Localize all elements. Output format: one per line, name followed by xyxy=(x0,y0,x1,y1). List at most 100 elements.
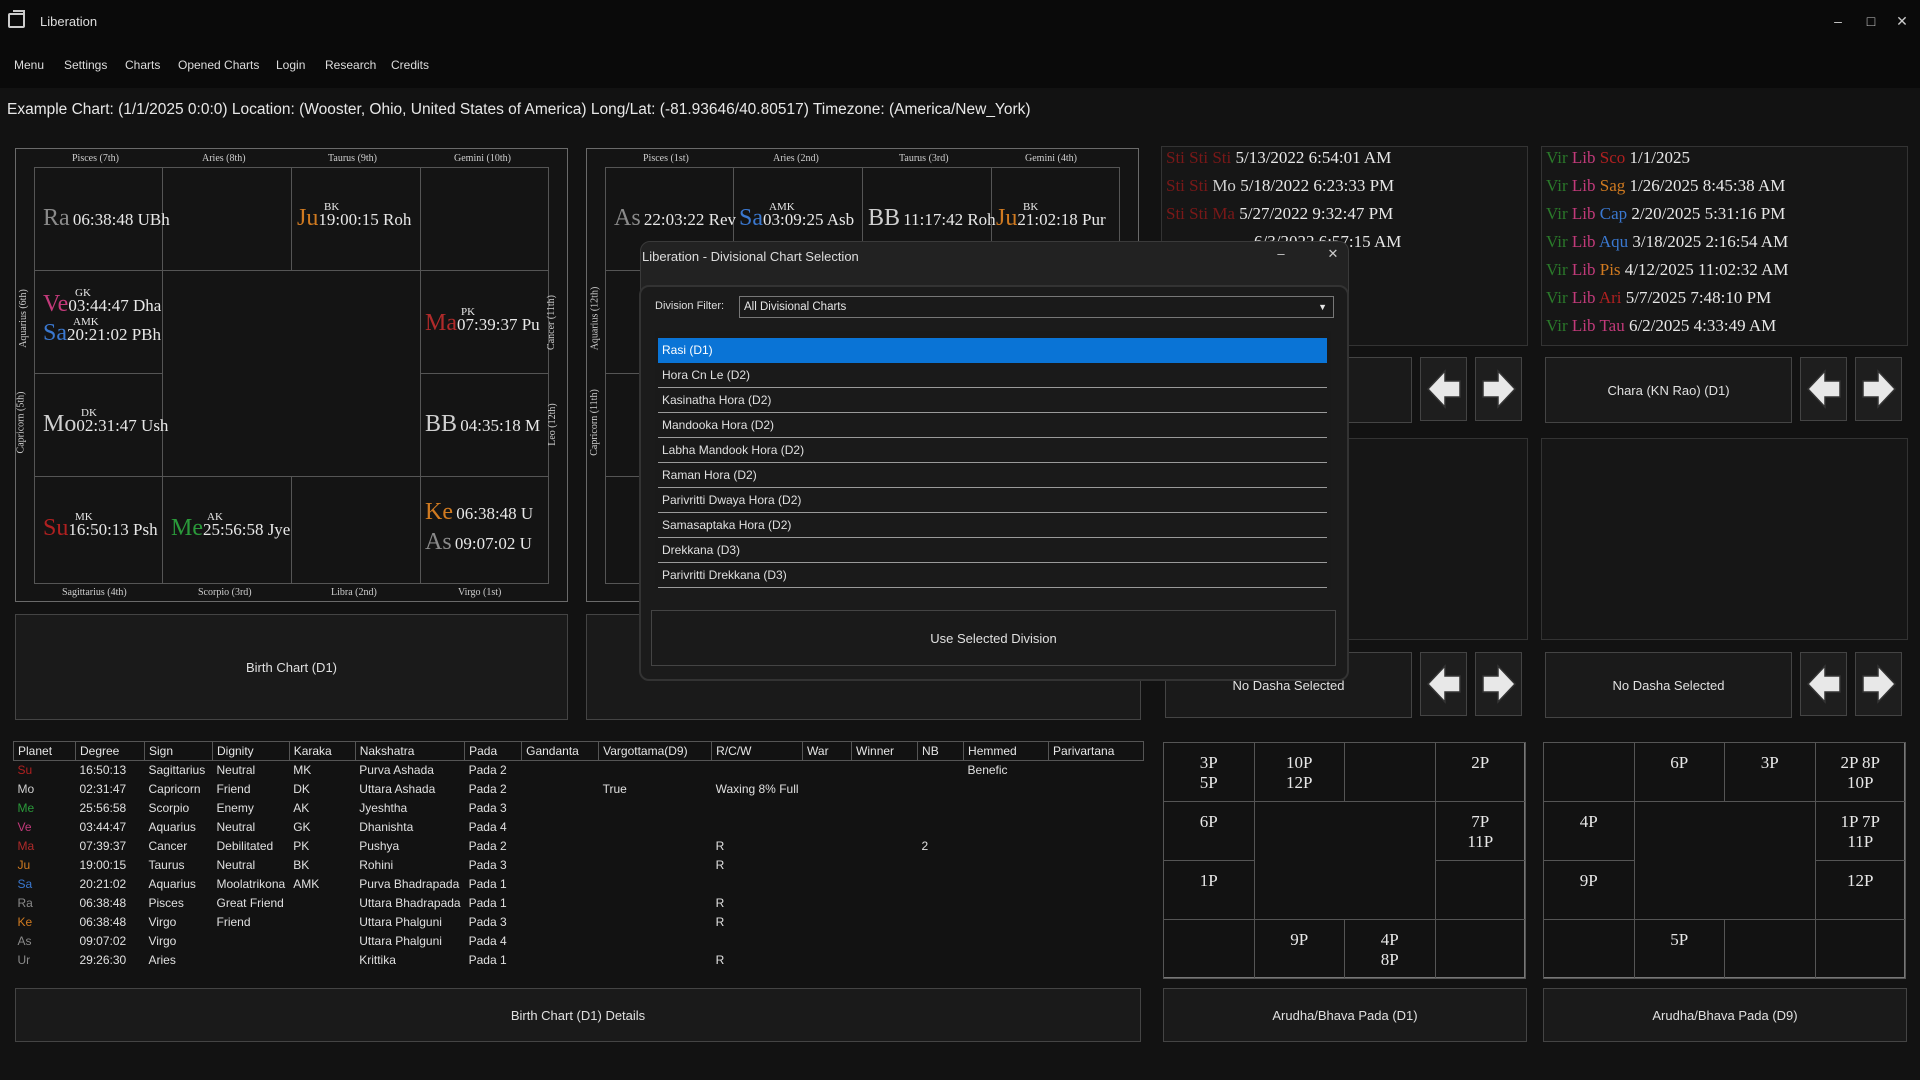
column-header[interactable]: Degree xyxy=(75,741,145,761)
dasha-row[interactable]: Vir Lib Tau 6/2/2025 4:33:49 AM xyxy=(1546,316,1776,336)
details-label-button[interactable]: Birth Chart (D1) Details xyxy=(15,988,1141,1042)
table-cell xyxy=(522,761,599,780)
table-row[interactable]: Ju 19:00:15 Taurus Neutral BK Rohini Pada 3 R xyxy=(14,856,1144,875)
column-header[interactable]: Karaka xyxy=(288,741,356,761)
close-button[interactable]: ✕ xyxy=(1887,10,1917,32)
table-row[interactable]: Ma 07:39:37 Cancer Debilitated PK Pushya Pada … xyxy=(14,837,1144,856)
use-selected-division-button[interactable]: Use Selected Division xyxy=(651,610,1336,666)
planet-me[interactable]: Me AK 25:56:58 Jye xyxy=(171,511,290,542)
planet-ju[interactable]: Ju BK 21:02:18 Pur xyxy=(996,201,1106,232)
table-row[interactable]: Su 16:50:13 Sagittarius Neutral MK Purva Asha… xyxy=(14,761,1144,780)
menu-item-research[interactable]: Research xyxy=(325,58,376,72)
planet-sa[interactable]: Sa AMK 20:21:02 PBh xyxy=(43,316,161,347)
menu-item-login[interactable]: Login xyxy=(276,58,305,72)
table-row[interactable]: Me 25:56:58 Scorpio Enemy AK Jyeshtha Pada 3 xyxy=(14,799,1144,818)
menu-item-charts[interactable]: Charts xyxy=(125,58,160,72)
column-header[interactable]: Sign xyxy=(144,741,213,761)
planet-as[interactable]: As 22:03:22 Rev xyxy=(614,205,736,232)
division-list-item[interactable]: Labha Mandook Hora (D2) xyxy=(658,438,1327,463)
dasha-row[interactable]: Vir Lib Pis 4/12/2025 11:02:32 AM xyxy=(1546,260,1789,280)
table-row[interactable]: As 09:07:02 Virgo Uttara Phalguni Pada 4 xyxy=(14,932,1144,951)
dasha-lord: Vir xyxy=(1546,148,1572,167)
table-row[interactable]: Ur 29:26:30 Aries Krittika Pada 1 R xyxy=(14,951,1144,970)
table-row[interactable]: Mo 02:31:47 Capricorn Friend DK Uttara Ashada… xyxy=(14,780,1144,799)
planet-ke[interactable]: Ke 06:38:48 U xyxy=(425,499,533,526)
table-cell xyxy=(803,932,852,951)
table-cell xyxy=(1049,856,1144,875)
column-header[interactable]: NB xyxy=(917,741,965,761)
planet-as[interactable]: As 09:07:02 U xyxy=(425,529,532,556)
planet-bb[interactable]: BB 11:17:42 Roh xyxy=(868,205,996,232)
column-header[interactable]: R/C/W xyxy=(711,741,804,761)
dasha-row[interactable]: Vir Lib Aqu 3/18/2025 2:16:54 AM xyxy=(1546,232,1788,252)
chara-dasha-button[interactable]: Chara (KN Rao) (D1) xyxy=(1545,357,1792,423)
birth-chart[interactable]: Pisces (7th) Aries (8th) Taurus (9th) Ge… xyxy=(15,148,568,602)
no-dasha-selected-2[interactable]: No Dasha Selected xyxy=(1545,652,1792,718)
menu-item-credits[interactable]: Credits xyxy=(391,58,429,72)
division-list-item[interactable]: Rasi (D1) xyxy=(658,338,1327,363)
planet-ju[interactable]: Ju BK 19:00:15 Roh xyxy=(297,201,411,232)
division-filter-select[interactable]: All Divisional Charts ▼ xyxy=(739,296,1334,318)
table-row[interactable]: Ve 03:44:47 Aquarius Neutral GK Dhanishta Pada… xyxy=(14,818,1144,837)
menu-item-opened-charts[interactable]: Opened Charts xyxy=(178,58,259,72)
division-list-item[interactable]: Samasaptaka Hora (D2) xyxy=(658,513,1327,538)
prev-arrow-button[interactable] xyxy=(1800,357,1847,421)
dasha-row[interactable]: Vir Lib Ari 5/7/2025 7:48:10 PM xyxy=(1546,288,1771,308)
prev-arrow-button[interactable] xyxy=(1420,357,1467,421)
column-header[interactable]: Gandanta xyxy=(521,741,600,761)
maximize-button[interactable]: □ xyxy=(1856,10,1886,32)
planet-sa[interactable]: Sa AMK 03:09:25 Asb xyxy=(739,201,854,232)
division-list-item[interactable]: Drekkana (D3) xyxy=(658,538,1327,563)
dialog-title: Liberation - Divisional Chart Selection xyxy=(642,249,859,264)
planet-ve[interactable]: Ve GK 03:44:47 Dha xyxy=(43,287,161,318)
column-header[interactable]: Winner xyxy=(851,741,919,761)
next-arrow-button[interactable] xyxy=(1475,357,1522,421)
column-header[interactable]: War xyxy=(802,741,853,761)
planet-ma[interactable]: Ma PK 07:39:37 Pu xyxy=(425,306,540,337)
dasha-row[interactable]: Sti Sti Ma 5/27/2022 9:32:47 PM xyxy=(1166,204,1393,224)
column-header[interactable]: Hemmed xyxy=(963,741,1050,761)
planet-mo[interactable]: Mo DK 02:31:47 Ush xyxy=(43,407,168,438)
menu-item-settings[interactable]: Settings xyxy=(64,58,107,72)
division-list-item[interactable]: Parivritti Drekkana (D3) xyxy=(658,563,1327,588)
column-header[interactable]: Pada xyxy=(464,741,523,761)
next-arrow-button[interactable] xyxy=(1475,652,1522,716)
dialog-minimize-button[interactable]: – xyxy=(1266,246,1296,266)
table-cell xyxy=(712,875,803,894)
column-header[interactable]: Planet xyxy=(13,741,76,761)
dasha-row[interactable]: Vir Lib Sag 1/26/2025 8:45:38 AM xyxy=(1546,176,1785,196)
planet-ra[interactable]: Ra 06:38:48 UBh xyxy=(43,205,170,232)
planet-su[interactable]: Su MK 16:50:13 Psh xyxy=(43,511,158,542)
table-cell xyxy=(852,761,918,780)
table-cell xyxy=(599,913,712,932)
division-list-item[interactable]: Hora Cn Le (D2) xyxy=(658,363,1327,388)
dasha-row[interactable]: Vir Lib Cap 2/20/2025 5:31:16 PM xyxy=(1546,204,1785,224)
menu-item-menu[interactable]: Menu xyxy=(14,58,44,72)
division-list-item[interactable]: Raman Hora (D2) xyxy=(658,463,1327,488)
column-header[interactable]: Dignity xyxy=(212,741,290,761)
prev-arrow-button[interactable] xyxy=(1420,652,1467,716)
column-header[interactable]: Vargottama(D9) xyxy=(598,741,713,761)
minimize-button[interactable]: – xyxy=(1823,10,1853,32)
table-row[interactable]: Ra 06:38:48 Pisces Great Friend Uttara Bhadr… xyxy=(14,894,1144,913)
arudha-d9-button[interactable]: Arudha/Bhava Pada (D9) xyxy=(1543,988,1907,1042)
arudha-d1-button[interactable]: Arudha/Bhava Pada (D1) xyxy=(1163,988,1527,1042)
table-row[interactable]: Sa 20:21:02 Aquarius Moolatrikona AMK Purva B… xyxy=(14,875,1144,894)
division-list-item[interactable]: Parivritti Dwaya Hora (D2) xyxy=(658,488,1327,513)
prev-arrow-button[interactable] xyxy=(1800,652,1847,716)
planet-bb[interactable]: BB 04:35:18 M xyxy=(425,411,540,438)
division-list-item[interactable]: Mandooka Hora (D2) xyxy=(658,413,1327,438)
dasha-lord: Cap xyxy=(1599,204,1632,223)
dialog-close-button[interactable]: ✕ xyxy=(1318,246,1348,266)
dasha-row[interactable]: Vir Lib Sco 1/1/2025 xyxy=(1546,148,1690,168)
column-header[interactable]: Nakshatra xyxy=(354,741,466,761)
division-list-item[interactable]: Kasinatha Hora (D2) xyxy=(658,388,1327,413)
dasha-row[interactable]: Sti Sti Sti 5/13/2022 6:54:01 AM xyxy=(1166,148,1391,168)
birth-chart-label-button[interactable]: Birth Chart (D1) xyxy=(15,614,568,720)
column-header[interactable]: Parivartana xyxy=(1048,741,1145,761)
next-arrow-button[interactable] xyxy=(1855,357,1902,421)
table-row[interactable]: Ke 06:38:48 Virgo Friend Uttara Phalguni Pada… xyxy=(14,913,1144,932)
planet-details-table[interactable]: Planet Degree Sign Dignity Karaka Nakshatra Pa… xyxy=(13,741,1145,970)
dasha-row[interactable]: Sti Sti Mo 5/18/2022 6:23:33 PM xyxy=(1166,176,1394,196)
next-arrow-button[interactable] xyxy=(1855,652,1902,716)
